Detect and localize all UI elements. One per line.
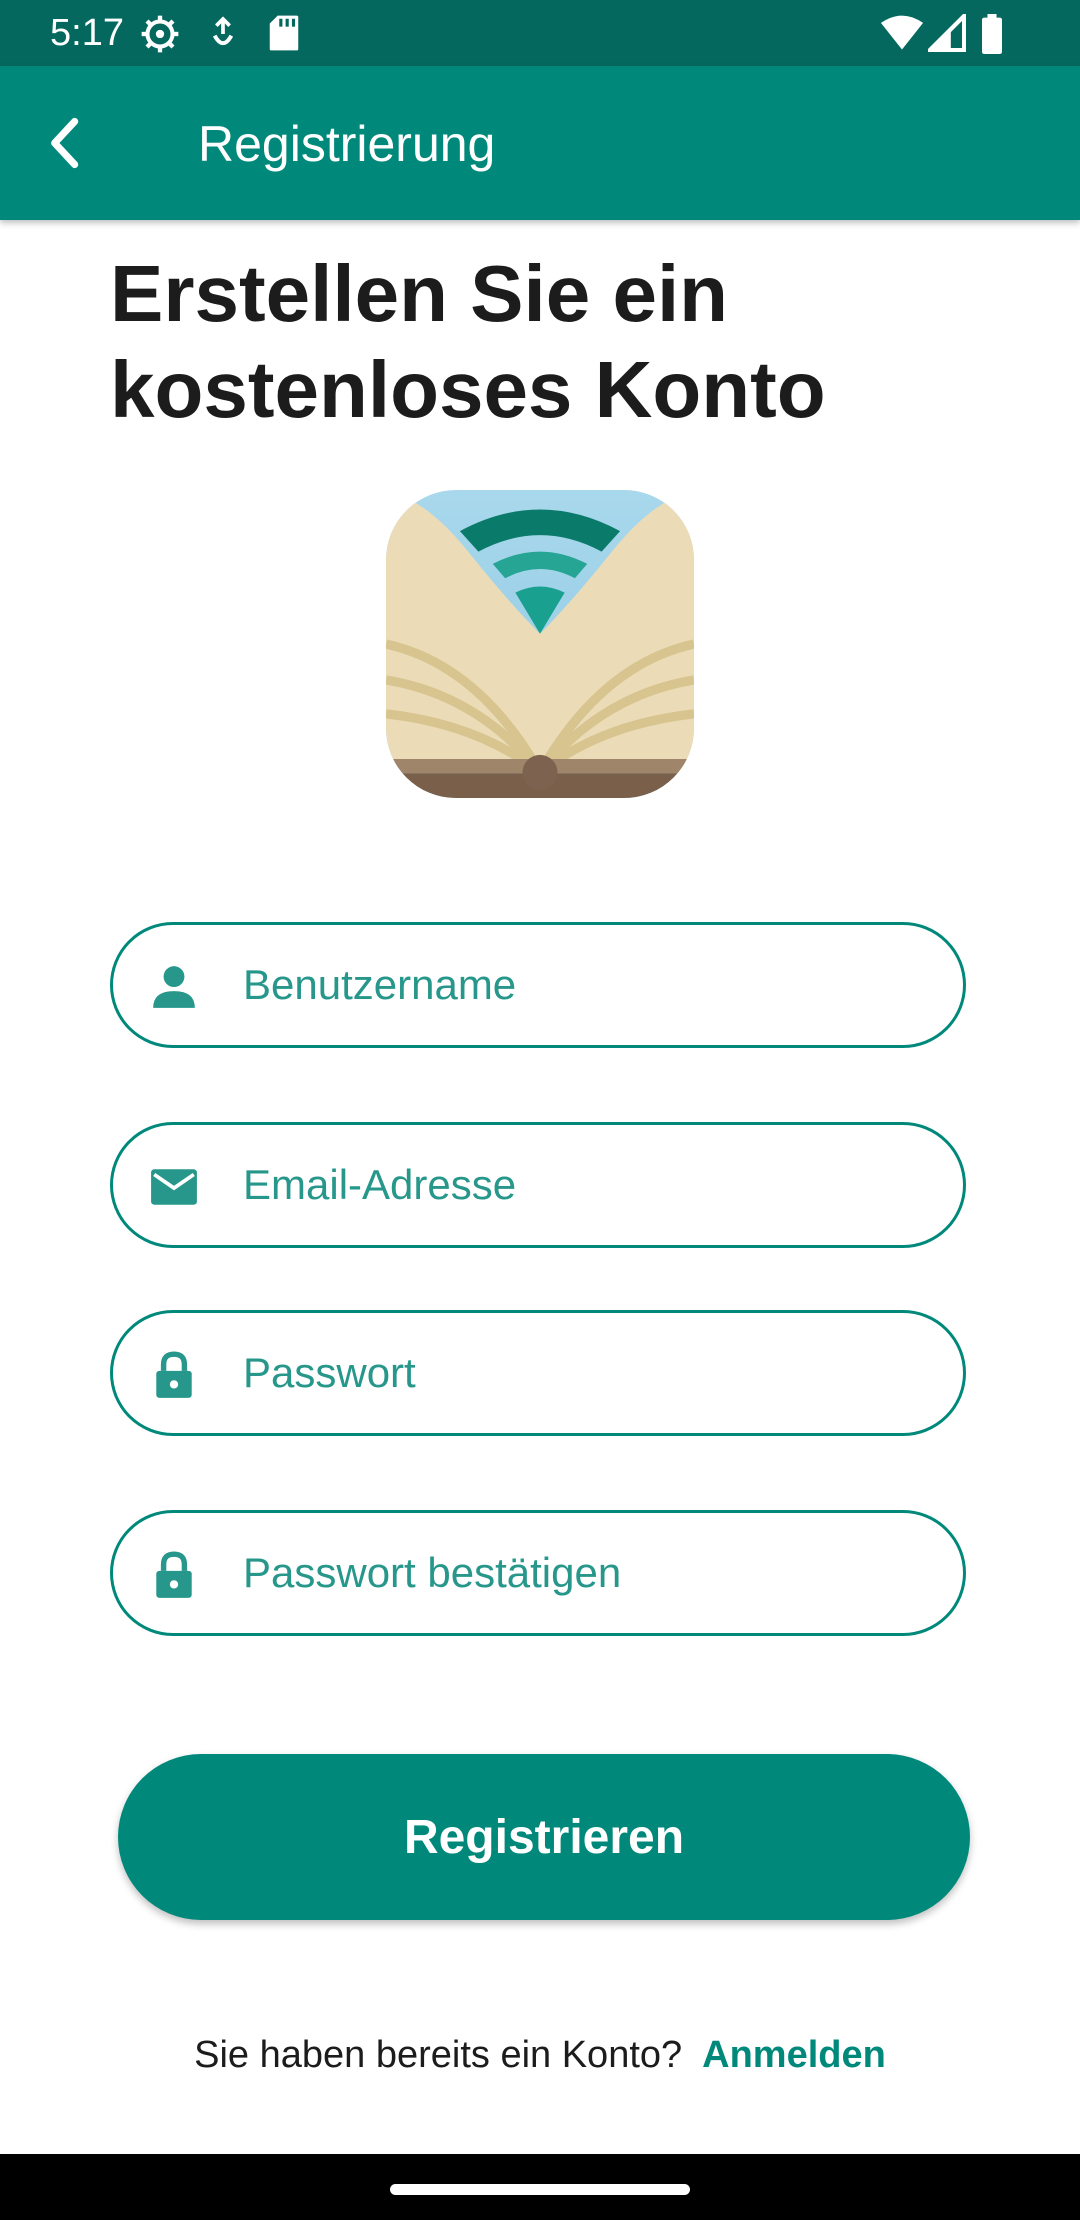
- navigation-bar: [0, 2154, 1080, 2220]
- lock-icon: [156, 1351, 192, 1398]
- login-link[interactable]: Anmelden: [702, 2034, 886, 2076]
- login-question: Sie haben bereits ein Konto?: [194, 2034, 683, 2076]
- app-bar: Registrierung: [0, 66, 1080, 220]
- password-input[interactable]: [243, 1313, 933, 1433]
- chevron-left-icon: [51, 117, 79, 169]
- email-field[interactable]: [110, 1122, 966, 1248]
- login-prompt: Sie haben bereits ein Konto? Anmelden: [0, 2028, 1080, 2082]
- back-button[interactable]: [30, 106, 104, 180]
- wifi-icon: [880, 15, 924, 50]
- sd-card-icon: [269, 15, 299, 51]
- settings-icon: [141, 15, 179, 53]
- username-input[interactable]: [243, 925, 933, 1045]
- status-time: 5:17: [50, 12, 124, 54]
- battery-icon: [982, 14, 1002, 54]
- signal-icon: [928, 14, 966, 52]
- person-icon: [153, 966, 195, 1008]
- mail-icon: [151, 1169, 197, 1205]
- home-handle[interactable]: [390, 2184, 690, 2195]
- app-bar-title: Registrierung: [198, 116, 496, 172]
- usb-debug-icon: [212, 16, 234, 46]
- email-input[interactable]: [243, 1125, 933, 1245]
- password-confirm-input[interactable]: [243, 1513, 933, 1633]
- password-confirm-field[interactable]: [110, 1510, 966, 1636]
- password-field[interactable]: [110, 1310, 966, 1436]
- lock-icon: [156, 1551, 192, 1598]
- username-field[interactable]: [110, 922, 966, 1048]
- status-bar: 5:17: [0, 0, 1080, 66]
- app-logo: [386, 490, 694, 798]
- page-headline: Erstellen Sie ein kostenloses Konto: [110, 249, 826, 434]
- register-button[interactable]: Registrieren: [118, 1754, 970, 1920]
